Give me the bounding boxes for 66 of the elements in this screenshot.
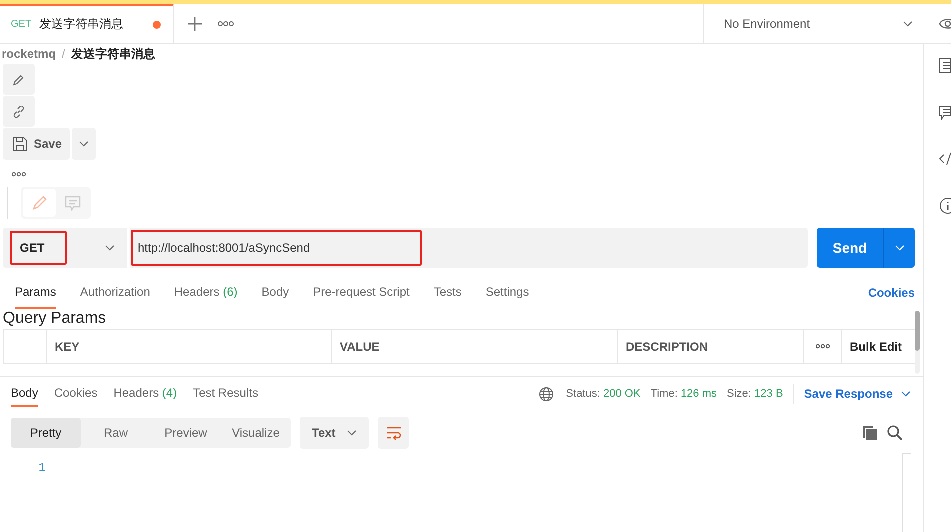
tab-title: 发送字符串消息	[40, 16, 125, 33]
response-tab[interactable]: Test Results	[193, 381, 258, 407]
response-tab[interactable]: Body	[11, 381, 38, 407]
view-mode-tab[interactable]: Raw	[81, 418, 151, 448]
bulk-edit-button[interactable]: Bulk Edit	[842, 330, 915, 363]
method-label: GET	[11, 19, 32, 30]
request-section-tab[interactable]: Settings	[486, 276, 530, 309]
info-icon[interactable]	[939, 198, 951, 214]
link-icon	[13, 106, 25, 118]
response-tab[interactable]: Cookies	[54, 381, 98, 407]
view-mode-tab[interactable]: Pretty	[11, 418, 81, 448]
copy-icon[interactable]	[862, 425, 878, 441]
caret-icon	[105, 245, 115, 251]
caret-icon	[347, 430, 357, 436]
plus-icon[interactable]	[188, 16, 202, 30]
request-tab[interactable]: GET 发送字符串消息	[0, 4, 174, 44]
eye-icon[interactable]	[939, 16, 951, 30]
request-name: 发送字符串消息	[71, 46, 156, 62]
environment-dropdown[interactable]: No Environment	[703, 4, 923, 44]
request-section-tab[interactable]: Pre-request Script	[313, 276, 410, 309]
more-icon[interactable]	[12, 172, 26, 177]
response-tab[interactable]: Headers (4)	[114, 381, 178, 407]
floppy-icon	[13, 136, 28, 152]
code-icon[interactable]	[939, 152, 951, 166]
request-section-tab[interactable]: Body	[262, 276, 290, 309]
globe-icon[interactable]	[539, 386, 554, 402]
caret-icon	[901, 391, 911, 397]
comment-icon[interactable]	[939, 106, 951, 120]
search-icon[interactable]	[887, 425, 903, 441]
send-button[interactable]: Send	[817, 228, 884, 268]
breadcrumb-separator: /	[62, 47, 66, 61]
pencil-icon	[32, 195, 48, 211]
request-section-tab[interactable]: Params	[15, 276, 56, 309]
caret-icon	[903, 20, 913, 26]
column-header: KEY	[47, 330, 332, 363]
collection-name[interactable]: rocketmq	[2, 47, 56, 61]
pencil-icon	[13, 74, 25, 86]
line-number: 1	[38, 461, 46, 475]
link-button[interactable]	[3, 96, 35, 127]
wrap-lines-icon	[386, 426, 402, 440]
request-section-tab[interactable]: Tests	[434, 276, 462, 309]
save-button[interactable]: Save	[3, 128, 70, 160]
document-icon[interactable]	[939, 58, 951, 74]
response-stat: Size: 123 B	[727, 388, 784, 400]
more-icon[interactable]	[218, 20, 234, 26]
request-section-tab[interactable]: Authorization	[80, 276, 150, 309]
response-stat: Status: 200 OK	[566, 388, 641, 400]
view-mode-tab[interactable]: Preview	[151, 418, 221, 448]
caret-icon	[79, 141, 89, 147]
caret-icon	[894, 245, 904, 251]
scrollbar-thumb[interactable]	[915, 311, 920, 351]
column-header: DESCRIPTION	[618, 330, 804, 363]
column-header: VALUE	[332, 330, 618, 363]
format-dropdown[interactable]: Text	[300, 417, 369, 449]
edit-button[interactable]	[3, 64, 35, 95]
method-dropdown[interactable]: GET	[3, 228, 127, 268]
save-response-button[interactable]: Save Response	[804, 387, 911, 401]
wrap-button[interactable]	[378, 417, 409, 449]
section-title: Query Params	[2, 309, 108, 329]
response-stat: Time: 126 ms	[650, 388, 718, 400]
view-mode-tab[interactable]: Visualize	[221, 418, 291, 448]
cookies-link[interactable]: Cookies	[868, 286, 915, 300]
request-section-tab[interactable]: Headers (6)	[174, 276, 238, 309]
url-field[interactable]: http://localhost:8001/aSyncSend	[131, 230, 422, 266]
more-icon[interactable]	[816, 344, 830, 349]
comment-icon	[64, 196, 80, 210]
